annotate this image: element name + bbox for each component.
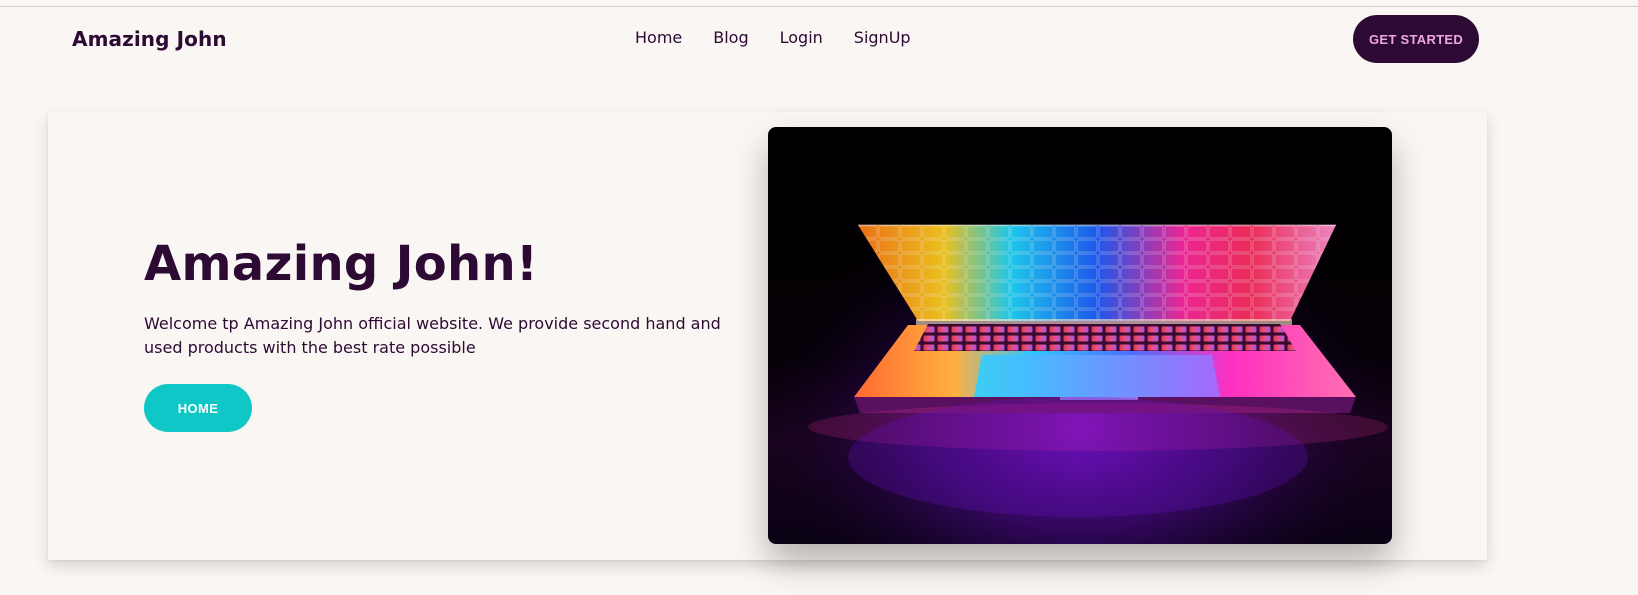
hero-laptop-image	[768, 127, 1392, 544]
nav-links: Home Blog Login SignUp	[635, 28, 911, 47]
nav-link-signup[interactable]: SignUp	[854, 28, 911, 47]
hero-description: Welcome tp Amazing John official website…	[144, 314, 721, 357]
get-started-button[interactable]: GET STARTED	[1353, 15, 1479, 63]
nav-link-blog[interactable]: Blog	[713, 28, 748, 47]
navbar: Amazing John Home Blog Login SignUp GET …	[0, 7, 1638, 71]
hero-title: Amazing John!	[144, 236, 539, 292]
hero-home-button[interactable]: HOME	[144, 384, 252, 432]
laptop-illustration	[768, 127, 1392, 544]
nav-link-home[interactable]: Home	[635, 28, 682, 47]
nav-link-login[interactable]: Login	[780, 28, 823, 47]
brand-logo-text[interactable]: Amazing John	[72, 27, 227, 51]
